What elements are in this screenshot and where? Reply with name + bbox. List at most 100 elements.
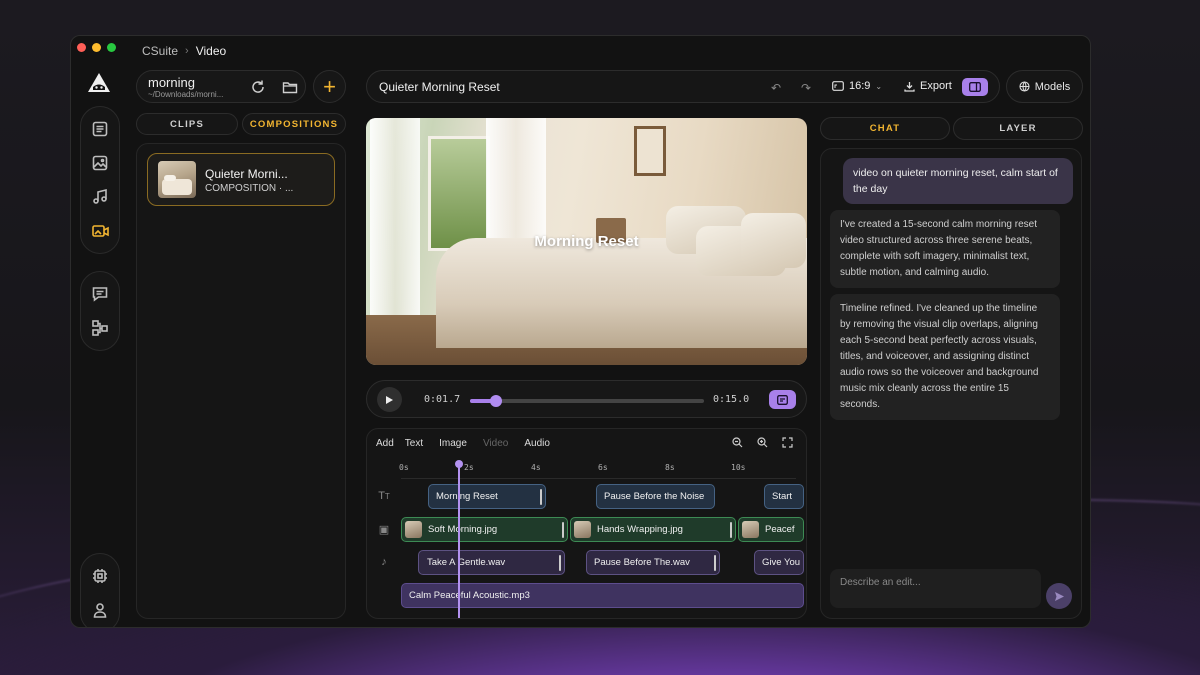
clip-thumbnail <box>405 521 422 538</box>
ruler-tick: 0s <box>399 463 409 472</box>
text-clip[interactable]: Pause Before the Noise <box>596 484 715 509</box>
panel-toggle-button[interactable] <box>962 78 988 96</box>
assistant-message: I've created a 15-second calm morning re… <box>830 210 1060 288</box>
app-logo-icon <box>88 73 110 92</box>
video-preview[interactable]: Morning Reset <box>366 118 807 365</box>
image-clip[interactable]: Peacef <box>738 517 804 542</box>
ruler-tick: 4s <box>531 463 541 472</box>
edit-prompt-input[interactable]: Describe an edit... <box>830 569 1041 608</box>
preview-overlay-title: Morning Reset <box>534 233 639 250</box>
chip-icon[interactable] <box>88 564 112 588</box>
models-button[interactable]: Models <box>1006 70 1083 103</box>
image-clip[interactable]: Hands Wrapping.jpg <box>570 517 736 542</box>
aspect-ratio-value: 16:9 <box>849 80 871 92</box>
image-clip[interactable]: Soft Morning.jpg <box>401 517 568 542</box>
editor-toolbar: Quieter Morning Reset ↶ ↷ 16:9 ⌄ Export <box>366 70 1000 103</box>
composition-card[interactable]: Quieter Morni... COMPOSITION · ... <box>147 153 335 206</box>
project-selector[interactable]: morning ~/Downloads/morni... <box>136 70 306 103</box>
tools-nav <box>80 271 120 351</box>
undo-icon[interactable]: ↶ <box>771 81 781 95</box>
models-label: Models <box>1034 80 1071 93</box>
zoom-in-icon[interactable] <box>755 435 769 449</box>
zoom-out-icon[interactable] <box>730 435 744 449</box>
project-path: ~/Downloads/morni... <box>148 90 224 99</box>
clip-thumbnail <box>574 521 591 538</box>
add-button[interactable]: + <box>313 70 346 103</box>
assistant-message: Timeline refined. I've cleaned up the ti… <box>830 294 1060 420</box>
ruler-tick: 6s <box>598 463 608 472</box>
add-label: Add <box>376 438 394 449</box>
add-image-button[interactable]: Image <box>434 436 472 451</box>
timeline-zoom-controls <box>730 435 794 449</box>
download-icon <box>904 81 915 92</box>
clip-label: Pause Before The.wav <box>594 557 690 568</box>
composition-subtitle: COMPOSITION · ... <box>205 183 294 194</box>
voiceover-clip[interactable]: Pause Before The.wav <box>586 550 720 575</box>
play-icon <box>386 395 393 404</box>
tab-layer[interactable]: LAYER <box>953 117 1083 140</box>
breadcrumb: CSuite › Video <box>142 44 226 58</box>
aspect-ratio-select[interactable]: 16:9 ⌄ <box>832 80 882 92</box>
scrubber-handle[interactable] <box>490 395 503 407</box>
timeline-toolbar: Add Text Image Video Audio <box>376 436 555 451</box>
scrubber[interactable] <box>470 395 704 407</box>
ruler-tick: 2s <box>464 463 474 472</box>
system-nav <box>80 553 120 627</box>
voiceover-clip[interactable]: Take A Gentle.wav <box>418 550 565 575</box>
add-text-button[interactable]: Text <box>400 436 428 451</box>
captions-icon <box>777 394 788 405</box>
export-button[interactable]: Export <box>904 80 952 92</box>
send-icon <box>1054 591 1064 601</box>
project-name: morning <box>148 75 195 90</box>
music-clip[interactable]: Calm Peaceful Acoustic.mp3 <box>401 583 804 608</box>
globe-icon <box>1019 81 1030 92</box>
maximize-window-button[interactable] <box>107 43 116 52</box>
user-icon[interactable] <box>88 598 112 622</box>
clip-label: Peacef <box>765 524 795 535</box>
video-icon[interactable] <box>88 219 112 243</box>
clip-label: Hands Wrapping.jpg <box>597 524 683 535</box>
chevron-right-icon: › <box>185 45 189 57</box>
ruler-tick: 8s <box>665 463 675 472</box>
captions-button[interactable] <box>769 390 796 409</box>
refresh-icon[interactable] <box>250 79 266 95</box>
clip-label: Pause Before the Noise <box>604 491 705 502</box>
tab-compositions[interactable]: COMPOSITIONS <box>242 113 346 135</box>
chat-icon[interactable] <box>88 282 112 306</box>
composition-thumbnail <box>158 161 196 198</box>
clip-label: Morning Reset <box>436 491 498 502</box>
minimize-window-button[interactable] <box>92 43 101 52</box>
breadcrumb-app[interactable]: CSuite <box>142 44 178 58</box>
tab-chat[interactable]: CHAT <box>820 117 950 140</box>
document-icon[interactable] <box>88 117 112 141</box>
add-video-button[interactable]: Video <box>478 436 513 451</box>
export-label: Export <box>920 80 952 92</box>
text-clip[interactable]: Start <box>764 484 804 509</box>
breadcrumb-page: Video <box>195 44 227 58</box>
clip-label: Soft Morning.jpg <box>428 524 498 535</box>
text-clip[interactable]: Morning Reset <box>428 484 546 509</box>
send-button[interactable] <box>1046 583 1072 609</box>
image-track-icon: ▣ <box>378 524 390 536</box>
timeline-playhead[interactable] <box>455 460 463 618</box>
aspect-ratio-icon <box>832 81 844 91</box>
play-button[interactable] <box>377 387 402 412</box>
timeline: Add Text Image Video Audio 0s 2s 4s 6s 8… <box>366 428 807 619</box>
close-window-button[interactable] <box>77 43 86 52</box>
clip-label: Take A Gentle.wav <box>427 557 506 568</box>
flow-diagram-icon[interactable] <box>88 316 112 340</box>
music-icon[interactable] <box>88 185 112 209</box>
image-icon[interactable] <box>88 151 112 175</box>
chevron-down-icon: ⌄ <box>875 81 883 91</box>
voiceover-clip[interactable]: Give You <box>754 550 804 575</box>
folder-icon[interactable] <box>282 79 298 95</box>
redo-icon[interactable]: ↷ <box>801 81 811 95</box>
user-message: video on quieter morning reset, calm sta… <box>843 158 1073 204</box>
preview-scene <box>370 118 420 318</box>
text-track-icon: TT <box>378 490 390 502</box>
composition-title-field[interactable]: Quieter Morning Reset <box>379 80 500 94</box>
tab-clips[interactable]: CLIPS <box>136 113 238 135</box>
add-audio-button[interactable]: Audio <box>519 436 555 451</box>
fit-screen-icon[interactable] <box>780 435 794 449</box>
plus-icon: + <box>323 73 336 99</box>
